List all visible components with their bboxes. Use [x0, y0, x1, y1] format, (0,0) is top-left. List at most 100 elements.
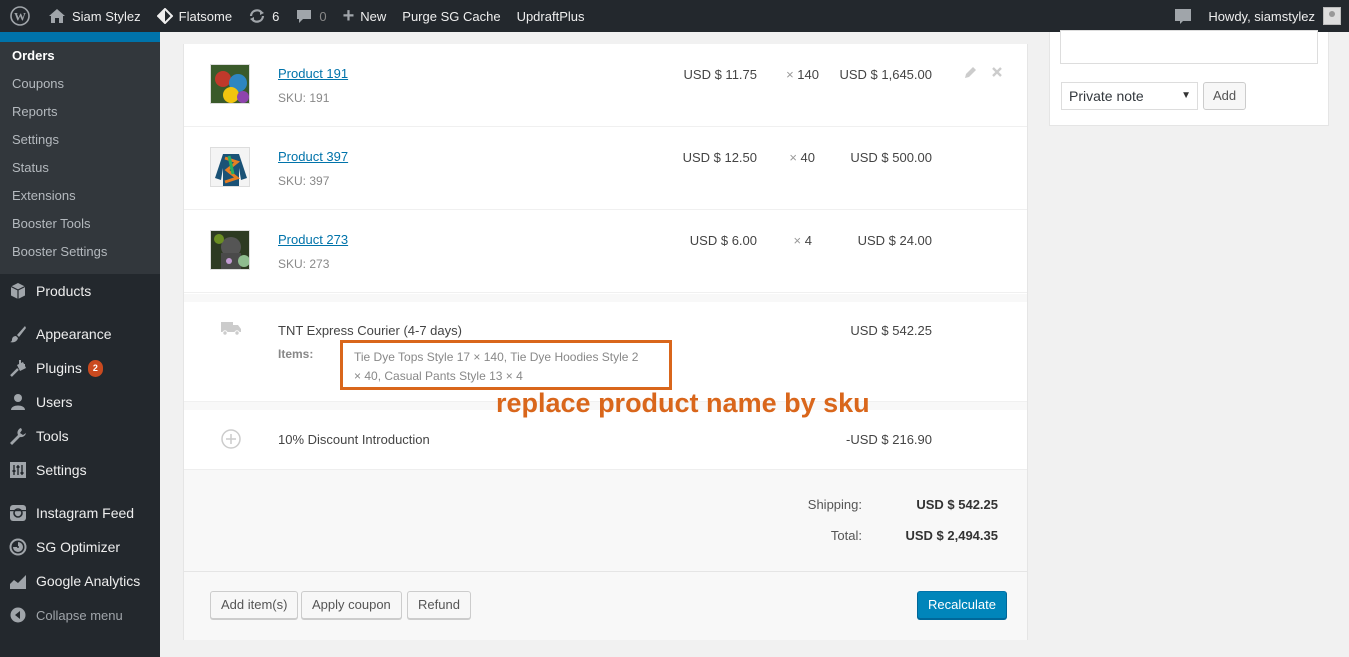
edit-pencil-icon[interactable]: [964, 66, 977, 82]
refund-button[interactable]: Refund: [407, 591, 471, 619]
shipping-total-value: USD $ 542.25: [916, 497, 998, 512]
order-item-row: Product 191 SKU: 191 USD $ 11.75 × 140 U…: [184, 44, 1027, 127]
updates-icon: [248, 8, 266, 24]
wordpress-logo-icon[interactable]: W: [0, 0, 40, 32]
collapse-arrow-icon: [8, 605, 28, 625]
order-item-row: Product 397 SKU: 397 USD $ 12.50 × 40 US…: [184, 127, 1027, 210]
menu-tools[interactable]: Tools: [0, 419, 160, 453]
comment-icon: [295, 8, 313, 24]
my-account-link[interactable]: Howdy, siamstylez: [1200, 0, 1349, 32]
instagram-icon: [8, 503, 28, 523]
shipping-items-label: Items:: [278, 347, 314, 361]
admin-sidebar: Orders Coupons Reports Settings Status E…: [0, 32, 160, 657]
submenu-orders[interactable]: Orders: [0, 42, 160, 70]
menu-products[interactable]: Products: [0, 274, 160, 308]
section-divider: [184, 294, 1027, 302]
updraftplus-link[interactable]: UpdraftPlus: [509, 0, 593, 32]
wrench-icon: [8, 426, 28, 446]
note-textarea[interactable]: [1060, 30, 1318, 64]
menu-plugins[interactable]: Plugins 2: [0, 351, 160, 385]
item-actions: [964, 66, 1003, 82]
product-sku: SKU: 273: [278, 257, 330, 271]
annotation-text: replace product name by sku: [496, 388, 870, 418]
item-quantity: × 140: [786, 67, 819, 82]
admin-bar: W Siam Stylez Flatsome 6 0 + New Purge S…: [0, 0, 1349, 32]
avatar: [1323, 7, 1341, 25]
item-cost: USD $ 6.00: [689, 233, 757, 248]
shipping-method-name: TNT Express Courier (4-7 days): [278, 323, 462, 338]
submenu-extensions[interactable]: Extensions: [0, 182, 160, 210]
product-thumbnail: [210, 147, 250, 187]
user-icon: [8, 392, 28, 412]
theme-link[interactable]: Flatsome: [149, 0, 240, 32]
woocommerce-submenu: Orders Coupons Reports Settings Status E…: [0, 32, 160, 274]
truck-icon: [220, 320, 242, 339]
analytics-chart-icon: [8, 571, 28, 591]
item-total: USD $ 24.00: [857, 233, 932, 248]
paintbrush-icon: [8, 324, 28, 344]
product-link[interactable]: Product 191: [278, 66, 348, 81]
order-total-label: Total:: [830, 528, 862, 543]
home-icon: [48, 8, 66, 24]
product-thumbnail: [210, 64, 250, 104]
purge-cache-link[interactable]: Purge SG Cache: [394, 0, 508, 32]
discount-amount: -USD $ 216.90: [846, 432, 932, 447]
item-total: USD $ 500.00: [850, 150, 932, 165]
apply-coupon-button[interactable]: Apply coupon: [301, 591, 402, 619]
flatsome-icon: [156, 8, 173, 24]
item-cost: USD $ 11.75: [683, 67, 757, 82]
notification-icon[interactable]: [1166, 0, 1200, 32]
order-actions-bar: Add item(s) Apply coupon Refund Recalcul…: [184, 572, 1027, 640]
products-box-icon: [8, 281, 28, 301]
dropdown-arrow-icon: ▼: [1181, 90, 1191, 101]
discount-name: 10% Discount Introduction: [278, 432, 430, 447]
menu-settings[interactable]: Settings: [0, 453, 160, 487]
discount-fee-row: 10% Discount Introduction -USD $ 216.90: [184, 410, 1027, 470]
annotation-highlight-box: [340, 340, 672, 390]
plug-icon: [8, 358, 28, 378]
menu-instagram-feed[interactable]: Instagram Feed: [0, 496, 160, 530]
submenu-status[interactable]: Status: [0, 154, 160, 182]
comments-link[interactable]: 0: [287, 0, 334, 32]
new-content-link[interactable]: + New: [335, 0, 395, 32]
item-total: USD $ 1,645.00: [839, 67, 932, 82]
collapse-menu-button[interactable]: Collapse menu: [0, 598, 160, 632]
item-cost: USD $ 12.50: [682, 150, 757, 165]
product-thumbnail: [210, 230, 250, 270]
shipping-total-label: Shipping:: [807, 497, 862, 512]
submenu-reports[interactable]: Reports: [0, 98, 160, 126]
submenu-coupons[interactable]: Coupons: [0, 70, 160, 98]
site-name-link[interactable]: Siam Stylez: [40, 0, 149, 32]
product-sku: SKU: 191: [278, 91, 330, 105]
product-sku: SKU: 397: [278, 174, 330, 188]
svg-text:W: W: [14, 10, 26, 24]
order-totals: Shipping: USD $ 542.25 Total: USD $ 2,49…: [184, 470, 1027, 572]
settings-sliders-icon: [8, 460, 28, 480]
order-notes-box: Private note ▼ Add: [1049, 30, 1329, 126]
product-link[interactable]: Product 273: [278, 232, 348, 247]
item-quantity: × 40: [789, 150, 815, 165]
active-menu-indicator: [0, 32, 160, 42]
submenu-booster-tools[interactable]: Booster Tools: [0, 210, 160, 238]
submenu-booster-settings[interactable]: Booster Settings: [0, 238, 160, 266]
item-quantity: × 4: [793, 233, 812, 248]
menu-users[interactable]: Users: [0, 385, 160, 419]
shipping-cost: USD $ 542.25: [850, 323, 932, 338]
menu-sg-optimizer[interactable]: SG Optimizer: [0, 530, 160, 564]
plus-icon: +: [342, 4, 355, 27]
add-items-button[interactable]: Add item(s): [210, 591, 299, 619]
submenu-settings[interactable]: Settings: [0, 126, 160, 154]
recalculate-button[interactable]: Recalculate: [917, 591, 1007, 619]
updates-link[interactable]: 6: [240, 0, 287, 32]
order-item-row: Product 273 SKU: 273 USD $ 6.00 × 4 USD …: [184, 210, 1027, 293]
add-note-button[interactable]: Add: [1203, 82, 1247, 110]
sg-optimizer-icon: [8, 537, 28, 557]
plugins-update-badge: 2: [87, 359, 103, 377]
product-link[interactable]: Product 397: [278, 149, 348, 164]
menu-google-analytics[interactable]: Google Analytics: [0, 564, 160, 598]
menu-appearance[interactable]: Appearance: [0, 317, 160, 351]
plus-circle-icon: [221, 429, 241, 452]
delete-x-icon[interactable]: [991, 66, 1003, 82]
order-total-value: USD $ 2,494.35: [905, 528, 998, 543]
note-type-select[interactable]: Private note ▼: [1061, 82, 1198, 110]
